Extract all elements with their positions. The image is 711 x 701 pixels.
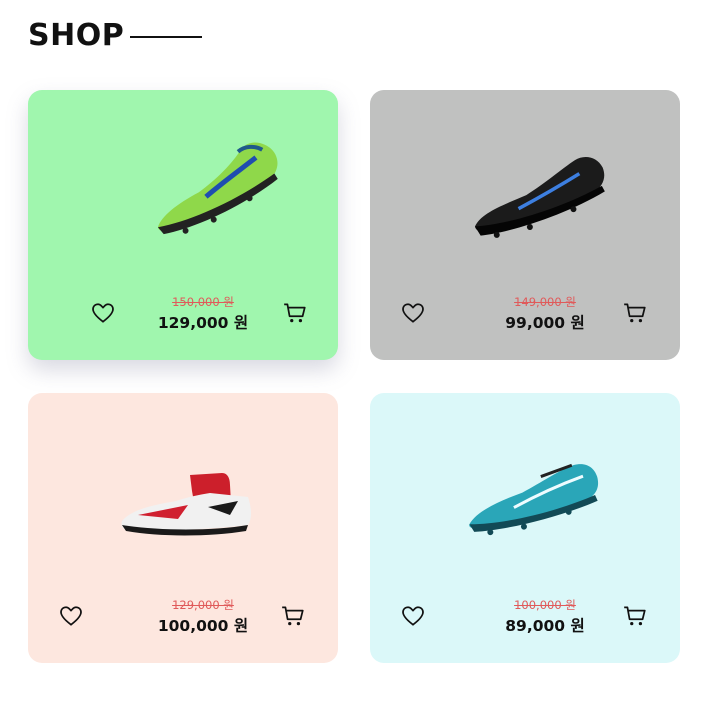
add-to-cart-icon[interactable] — [282, 300, 308, 326]
wishlist-heart-icon[interactable] — [90, 300, 116, 326]
shoe-image — [469, 463, 598, 536]
product-card-4[interactable]: 100,000 원 89,000 원 — [370, 393, 680, 663]
shop-page: SHOP 150,000 원 129,000 원 149,000 원 99,00… — [0, 0, 711, 701]
sale-price: 99,000 원 — [505, 314, 585, 332]
title-divider — [130, 35, 203, 38]
original-price: 150,000 원 — [172, 295, 234, 309]
sale-price: 89,000 원 — [505, 617, 585, 635]
price-block: 149,000 원 99,000 원 — [475, 294, 615, 334]
shoe-image — [121, 473, 252, 536]
price-block: 150,000 원 129,000 원 — [133, 294, 273, 334]
add-to-cart-icon[interactable] — [280, 603, 306, 629]
product-card-3[interactable]: 129,000 원 100,000 원 — [28, 393, 338, 663]
original-price: 149,000 원 — [514, 295, 576, 309]
original-price: 129,000 원 — [172, 598, 234, 612]
add-to-cart-icon[interactable] — [622, 603, 648, 629]
wishlist-heart-icon[interactable] — [58, 603, 84, 629]
price-block: 100,000 원 89,000 원 — [475, 597, 615, 637]
price-block: 129,000 원 100,000 원 — [133, 597, 273, 637]
shop-header: SHOP — [28, 18, 203, 53]
product-card-1[interactable]: 150,000 원 129,000 원 — [28, 90, 338, 360]
page-title: SHOP — [28, 18, 125, 53]
sale-price: 129,000 원 — [157, 314, 249, 332]
original-price: 100,000 원 — [514, 598, 576, 612]
shoe-image — [157, 142, 278, 235]
product-card-2[interactable]: 149,000 원 99,000 원 — [370, 90, 680, 360]
sale-price: 100,000 원 — [157, 617, 249, 635]
wishlist-heart-icon[interactable] — [400, 603, 426, 629]
add-to-cart-icon[interactable] — [622, 300, 648, 326]
shoe-image — [474, 157, 605, 238]
wishlist-heart-icon[interactable] — [400, 300, 426, 326]
